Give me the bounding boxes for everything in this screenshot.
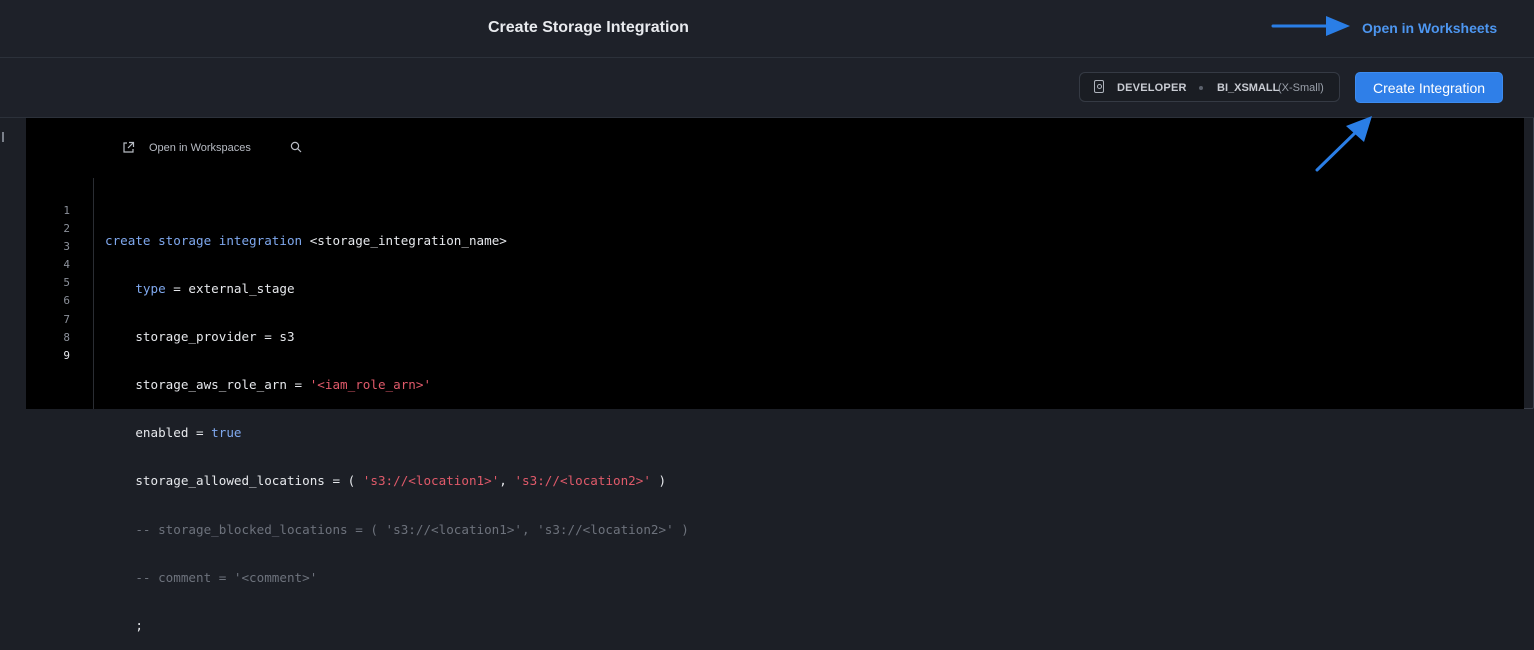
code-text: enabled = <box>105 425 212 441</box>
create-integration-button[interactable]: Create Integration <box>1355 72 1503 103</box>
line-number: 5 <box>63 276 70 290</box>
code-line-1: create storage integration <storage_inte… <box>105 232 689 250</box>
code-text: storage_aws_role_arn = <box>105 377 310 393</box>
context-selector[interactable]: DEVELOPER BI_XSMALL (X-Small) <box>1079 72 1340 102</box>
open-in-worksheets-link[interactable]: Open in Worksheets <box>1362 20 1497 36</box>
code-line-3: storage_provider = s3 <box>105 329 295 345</box>
line-numbers: 1 2 3 4 5 6 7 8 9 <box>50 202 70 365</box>
external-link-icon[interactable] <box>122 141 135 154</box>
page-title: Create Storage Integration <box>488 19 689 36</box>
separator-dot <box>1199 86 1203 90</box>
code-line-2: type = external_stage <box>105 280 689 298</box>
code-text: = external_stage <box>165 281 295 297</box>
code-text: <storage_integration_name> <box>302 233 507 248</box>
sql-keyword: type <box>135 281 166 297</box>
warehouse-size: (X-Small) <box>1278 82 1324 94</box>
sql-keyword: true <box>211 425 242 441</box>
gutter-divider <box>93 178 94 409</box>
code-line-7-comment: -- storage_blocked_locations = ( 's3://<… <box>105 521 689 537</box>
line-number: 8 <box>63 330 70 344</box>
sql-keyword: create storage integration <box>105 233 303 248</box>
left-sidebar-strip <box>0 118 26 409</box>
line-number-active: 9 <box>63 348 70 362</box>
sql-string: 's3://<location2>' <box>514 473 651 489</box>
code-line-4: storage_aws_role_arn = '<iam_role_arn>' <box>105 376 689 394</box>
code-text: storage_allowed_locations = ( <box>105 473 363 489</box>
line-number: 1 <box>63 204 70 217</box>
search-icon[interactable] <box>290 141 302 153</box>
annotation-arrow <box>1271 16 1350 36</box>
sql-string: 's3://<location1>' <box>362 473 500 489</box>
line-number: 6 <box>63 294 70 308</box>
line-number: 4 <box>63 258 70 272</box>
annotation-arrow <box>1315 116 1372 172</box>
code-line-5: enabled = true <box>105 424 689 442</box>
code-line-9: ; <box>105 617 143 633</box>
warehouse-label: BI_XSMALL <box>1217 82 1280 94</box>
line-number: 3 <box>63 240 70 254</box>
code-line-6: storage_allowed_locations = ( 's3://<loc… <box>105 472 689 490</box>
open-in-workspaces-link[interactable]: Open in Workspaces <box>149 142 251 154</box>
code-text: ) <box>650 473 667 489</box>
code-line-8-comment: -- comment = '<comment>' <box>105 569 318 585</box>
line-number: 7 <box>63 312 70 326</box>
role-label: DEVELOPER <box>1117 82 1187 94</box>
sql-string: '<iam_role_arn>' <box>309 377 432 393</box>
sql-code[interactable]: create storage integration <storage_inte… <box>105 202 689 650</box>
code-text: , <box>499 473 515 489</box>
line-number: 2 <box>63 222 70 236</box>
role-icon <box>1094 80 1104 93</box>
collapse-handle[interactable] <box>2 132 7 142</box>
